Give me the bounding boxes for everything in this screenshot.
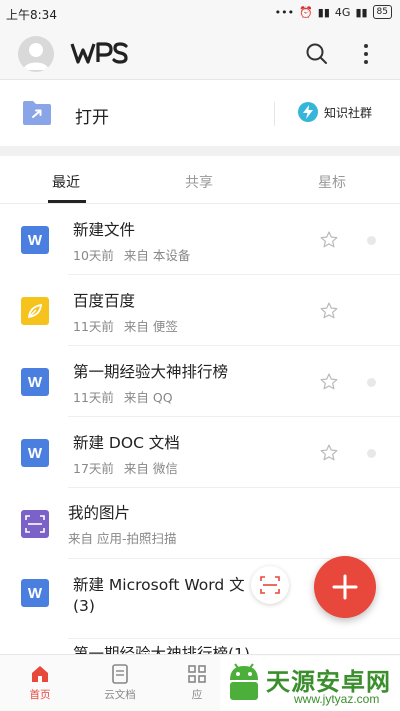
status-dot — [367, 236, 376, 245]
divider — [274, 102, 275, 126]
file-meta: 10天前 来自 本设备 — [73, 248, 191, 263]
scan-icon — [260, 576, 280, 594]
nav-cloud-docs[interactable]: 云文档 — [85, 661, 155, 702]
section-gap — [0, 146, 400, 156]
wps-logo-icon — [70, 42, 128, 64]
wps-logo — [70, 42, 128, 68]
search-button[interactable] — [305, 42, 329, 66]
knowledge-community-button[interactable]: 知识社群 — [298, 102, 372, 122]
tab-starred[interactable]: 星标 — [318, 172, 346, 192]
star-icon[interactable] — [319, 301, 339, 321]
word-doc-icon: W — [21, 226, 49, 254]
watermark-url: www.jytyaz.com — [294, 692, 380, 706]
signal-bars-icon: ▮▮ — [355, 5, 368, 19]
word-doc-icon: W — [21, 579, 49, 607]
star-icon[interactable] — [319, 230, 339, 250]
create-new-button[interactable] — [314, 556, 376, 618]
file-row[interactable]: W 第一期经验大神排行榜 11天前 来自 QQ — [0, 346, 400, 417]
file-name: 新建文件 — [73, 221, 136, 239]
file-name-continued: (3) — [73, 597, 95, 615]
status-time: 上午8:34 — [6, 8, 57, 22]
file-meta: 11天前 来自 QQ — [73, 390, 173, 405]
tab-shared[interactable]: 共享 — [185, 172, 213, 192]
file-name: 我的图片 — [68, 504, 131, 522]
signal-icon: ▮▮ — [317, 5, 330, 19]
document-icon — [85, 661, 155, 687]
community-label: 知识社群 — [324, 105, 373, 120]
nav-apps-label: 应 — [191, 689, 203, 701]
home-icon — [5, 661, 75, 687]
tab-recent[interactable]: 最近 — [52, 172, 80, 192]
file-name: 新建 Microsoft Word 文 — [73, 576, 245, 594]
star-icon[interactable] — [319, 372, 339, 392]
status-bar: 上午8:34 ••• ⏰ ▮▮ 4G ▮▮ 85 — [0, 0, 400, 28]
plus-icon — [332, 574, 358, 600]
alarm-icon: ⏰ — [299, 5, 313, 19]
file-row[interactable]: 我的图片 来自 应用-拍照扫描 — [0, 488, 400, 559]
file-name: 第一期经验大神排行榜 — [73, 363, 229, 381]
nav-home-label: 首页 — [29, 689, 51, 701]
search-icon — [306, 43, 327, 64]
open-file-row[interactable]: 打开 知识社群 — [0, 80, 400, 146]
status-dot — [367, 449, 376, 458]
file-meta: 17天前 来自 微信 — [73, 461, 178, 476]
lightning-icon — [298, 102, 318, 122]
file-row[interactable]: W 新建 DOC 文档 17天前 来自 微信 — [0, 417, 400, 488]
notification-dots-icon: ••• — [274, 5, 295, 19]
file-row[interactable]: W 新建文件 10天前 来自 本设备 — [0, 204, 400, 275]
star-icon[interactable] — [319, 443, 339, 463]
tab-bar: 最近 共享 星标 — [0, 156, 400, 204]
file-meta: 11天前 来自 便签 — [73, 319, 178, 334]
status-indicators: ••• ⏰ ▮▮ 4G ▮▮ 85 — [275, 5, 392, 19]
file-name: 百度百度 — [73, 292, 136, 310]
nav-home[interactable]: 首页 — [5, 661, 75, 702]
note-icon — [21, 297, 49, 325]
network-type: 4G — [334, 5, 351, 19]
user-icon — [23, 43, 49, 70]
word-doc-icon: W — [21, 368, 49, 396]
folder-icon — [22, 100, 52, 130]
open-label: 打开 — [75, 108, 109, 128]
more-options-button[interactable] — [354, 42, 378, 66]
avatar[interactable] — [18, 36, 54, 72]
status-dot — [367, 378, 376, 387]
file-meta: 来自 应用-拍照扫描 — [68, 531, 177, 546]
file-row[interactable]: 百度百度 11天前 来自 便签 — [0, 275, 400, 346]
watermark: 天源安卓网 www.jytyaz.com — [220, 656, 400, 711]
more-vertical-icon — [364, 44, 368, 64]
file-name: 新建 DOC 文档 — [73, 434, 180, 452]
scan-button[interactable] — [251, 566, 289, 604]
battery-icon: 85 — [372, 5, 392, 19]
nav-cloud-docs-label: 云文档 — [104, 689, 136, 701]
app-header — [0, 28, 400, 80]
tab-indicator — [48, 200, 86, 203]
scan-image-icon — [21, 510, 49, 538]
android-logo-icon — [230, 663, 258, 700]
word-doc-icon: W — [21, 439, 49, 467]
